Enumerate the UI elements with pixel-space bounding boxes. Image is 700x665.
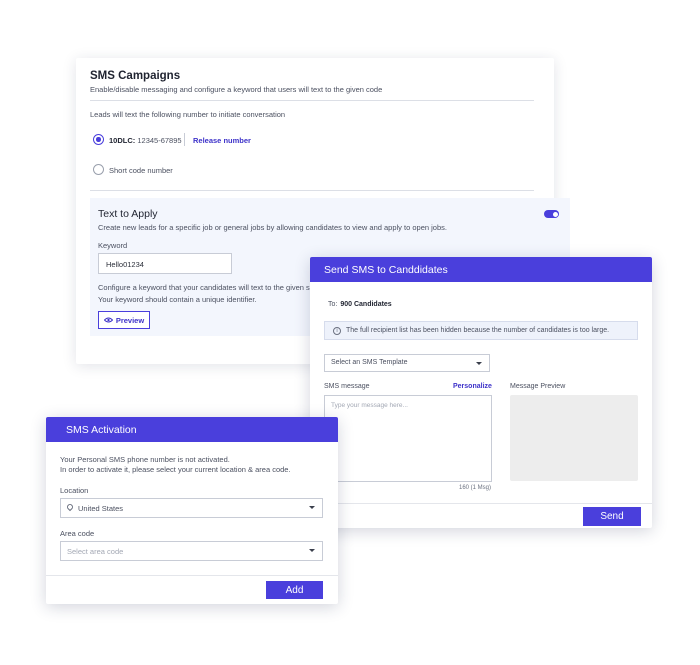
preview-button[interactable]: Preview bbox=[98, 311, 150, 329]
personalize-link[interactable]: Personalize bbox=[453, 383, 492, 390]
separator bbox=[184, 133, 185, 146]
add-button[interactable]: Add bbox=[266, 581, 323, 599]
to-label: To: bbox=[328, 301, 338, 308]
keyword-label: Keyword bbox=[98, 241, 128, 250]
send-button[interactable]: Send bbox=[583, 507, 641, 526]
sms-message-label: SMS message bbox=[324, 383, 370, 390]
sms-campaigns-subtitle: Enable/disable messaging and configure a… bbox=[90, 85, 383, 94]
area-code-select[interactable]: Select area code bbox=[60, 541, 323, 561]
text-to-apply-toggle[interactable] bbox=[544, 210, 559, 218]
keyword-note-2: Your keyword should contain a unique ide… bbox=[98, 295, 257, 304]
10dlc-number: 12345-67895 bbox=[137, 136, 182, 145]
radio-short-code[interactable] bbox=[93, 164, 104, 175]
send-sms-title: Send SMS to Canddidates bbox=[324, 264, 448, 276]
sms-template-value: Select an SMS Template bbox=[331, 359, 408, 366]
chevron-down-icon bbox=[476, 362, 482, 365]
text-to-apply-title: Text to Apply bbox=[98, 208, 158, 220]
recipient-count: 900 Candidates bbox=[340, 301, 392, 308]
recipient-info-banner: i The full recipient list has been hidde… bbox=[324, 321, 638, 340]
keyword-note-1: Configure a keyword that your candidates… bbox=[98, 283, 314, 292]
sms-campaigns-title: SMS Campaigns bbox=[90, 70, 181, 82]
radio-10dlc[interactable] bbox=[93, 134, 104, 145]
divider bbox=[90, 100, 534, 101]
area-code-placeholder: Select area code bbox=[67, 547, 124, 556]
info-icon: i bbox=[333, 327, 341, 335]
10dlc-prefix: 10DLC: bbox=[109, 136, 136, 145]
sms-template-select[interactable]: Select an SMS Template bbox=[324, 354, 490, 372]
sms-activation-header: SMS Activation bbox=[46, 417, 338, 442]
activation-message-2: In order to activate it, please select y… bbox=[60, 465, 291, 474]
preview-button-label: Preview bbox=[115, 315, 145, 325]
recipient-info-text: The full recipient list has been hidden … bbox=[346, 327, 610, 334]
lead-instruction-text: Leads will text the following number to … bbox=[90, 110, 286, 119]
send-sms-modal: Send SMS to Canddidates To: 900 Candidate… bbox=[310, 257, 652, 528]
send-sms-header: Send SMS to Canddidates bbox=[310, 257, 652, 282]
sms-message-input[interactable]: Type your message here... bbox=[324, 395, 492, 482]
location-label: Location bbox=[60, 486, 89, 495]
radio-short-code-label: Short code number bbox=[109, 166, 173, 175]
sms-activation-modal: SMS Activation Your Personal SMS phone n… bbox=[46, 417, 338, 604]
message-preview-label: Message Preview bbox=[510, 383, 566, 390]
divider bbox=[310, 503, 652, 504]
keyword-input[interactable]: Hello01234 bbox=[98, 253, 232, 274]
eye-icon bbox=[103, 317, 113, 323]
location-value: United States bbox=[78, 503, 124, 513]
sms-activation-title: SMS Activation bbox=[66, 424, 137, 436]
divider bbox=[46, 575, 338, 576]
character-count: 160 (1 Msg) bbox=[459, 485, 492, 491]
location-pin-icon bbox=[65, 502, 75, 512]
radio-10dlc-label: 10DLC: 12345-67895 bbox=[109, 136, 182, 145]
activation-message-1: Your Personal SMS phone number is not ac… bbox=[60, 455, 230, 464]
location-select[interactable]: United States bbox=[60, 498, 323, 518]
chevron-down-icon bbox=[309, 506, 315, 509]
area-code-label: Area code bbox=[60, 529, 95, 538]
recipient-line: To: 900 Candidates bbox=[328, 301, 392, 308]
text-to-apply-subtitle: Create new leads for a specific job or g… bbox=[98, 223, 447, 232]
chevron-down-icon bbox=[309, 549, 315, 552]
message-preview-box bbox=[510, 395, 638, 481]
divider bbox=[90, 190, 534, 191]
release-number-link[interactable]: Release number bbox=[193, 136, 251, 145]
